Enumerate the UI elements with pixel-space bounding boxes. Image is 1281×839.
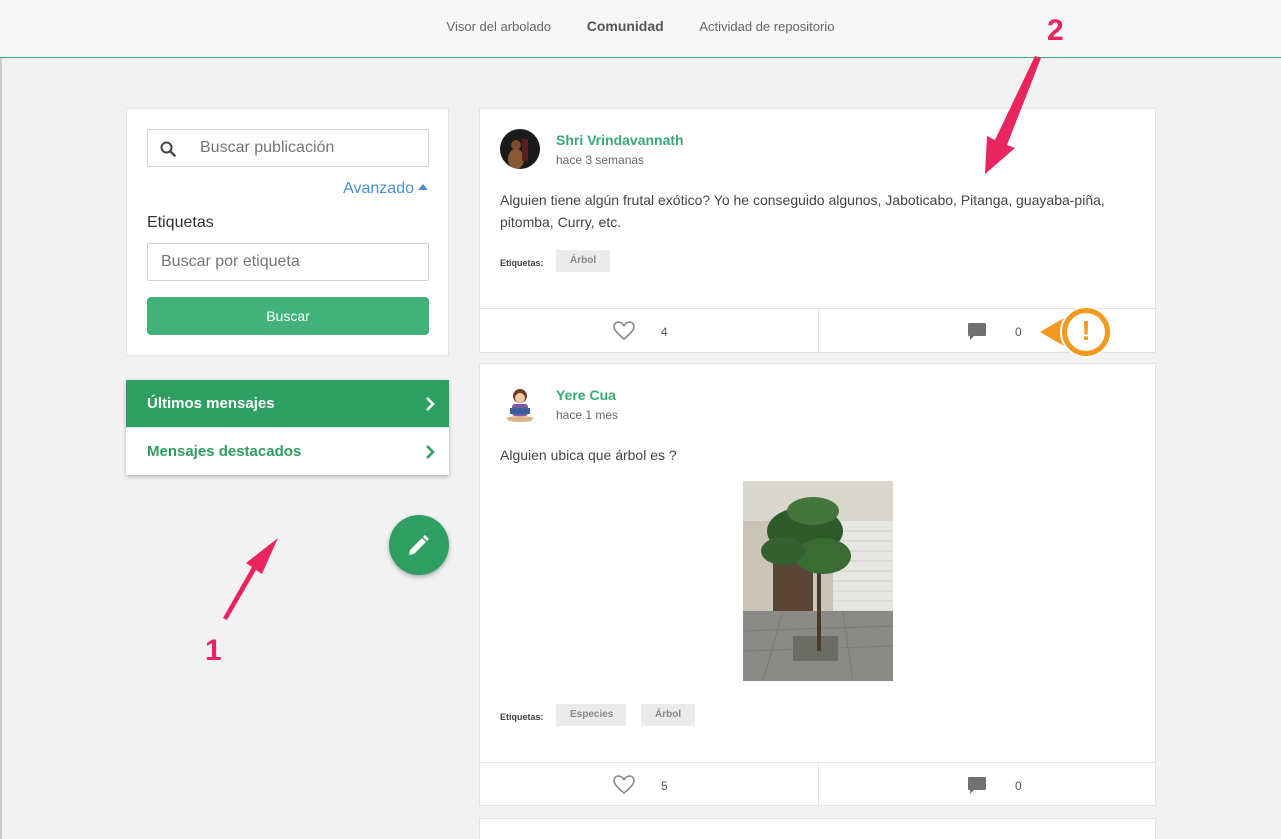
tag-search-input[interactable] — [147, 243, 429, 281]
menu-item-latest-label: Últimos mensajes — [147, 395, 275, 412]
pencil-icon — [409, 535, 429, 555]
comment-icon — [968, 323, 986, 340]
search-field — [147, 129, 429, 167]
menu-item-featured[interactable]: Mensajes destacados — [126, 427, 449, 475]
chevron-right-icon — [426, 445, 435, 459]
comment-icon — [968, 777, 986, 794]
post-image[interactable] — [743, 481, 893, 681]
post-timestamp: hace 3 semanas — [556, 153, 645, 167]
post-author[interactable]: Shri Vrindavannath — [556, 132, 684, 148]
left-edge-divider — [0, 58, 2, 839]
comment-count: 0 — [1015, 325, 1022, 339]
alert-badge: ! — [1038, 304, 1118, 360]
post-card: Yere Cua hace 1 mes Alguien ubica que ár… — [479, 363, 1156, 807]
heart-icon — [613, 321, 635, 341]
post-card — [479, 818, 1156, 839]
advanced-toggle[interactable]: Avanzado — [343, 180, 428, 198]
tags-label: Etiquetas: — [500, 712, 544, 722]
post-author[interactable]: Yere Cua — [556, 387, 616, 403]
tag-chip[interactable]: Árbol — [641, 704, 695, 726]
post-tags: Etiquetas: Árbol — [500, 250, 1140, 272]
tag-chip[interactable]: Árbol — [556, 250, 610, 272]
post-text: Alguien ubica que árbol es ? — [500, 447, 677, 463]
search-panel: Avanzado Etiquetas Buscar — [126, 108, 449, 356]
nav-link-actividad[interactable]: Actividad de repositorio — [699, 19, 834, 34]
search-icon — [160, 141, 176, 157]
avatar[interactable] — [500, 129, 540, 169]
heart-icon — [613, 775, 635, 795]
nav-link-comunidad[interactable]: Comunidad — [587, 18, 664, 34]
nav-links: Visor del arbolado Comunidad Actividad d… — [0, 18, 1281, 34]
annotation-number-1: 1 — [205, 634, 222, 667]
menu-item-latest[interactable]: Últimos mensajes — [126, 380, 449, 427]
post-text: Alguien tiene algún frutal exótico? Yo h… — [500, 192, 1105, 230]
tags-label: Etiquetas: — [500, 258, 544, 268]
annotation-arrow-2 — [985, 56, 1041, 174]
search-button[interactable]: Buscar — [147, 297, 429, 335]
top-navigation: Visor del arbolado Comunidad Actividad d… — [0, 0, 1281, 58]
post-tags: Etiquetas: Especies Árbol — [500, 704, 1140, 726]
annotation-number-2: 2 — [1047, 14, 1064, 47]
tags-label: Etiquetas — [147, 214, 214, 231]
caret-up-icon — [418, 184, 428, 190]
avatar[interactable] — [500, 384, 540, 424]
exclamation-icon: ! — [1081, 315, 1091, 346]
tag-chip[interactable]: Especies — [556, 704, 626, 726]
like-button[interactable]: 5 — [480, 763, 817, 807]
advanced-label: Avanzado — [343, 180, 414, 197]
like-count: 5 — [661, 779, 668, 793]
new-post-button[interactable] — [389, 515, 449, 575]
annotation-arrow-1 — [223, 538, 278, 620]
message-filter-menu: Últimos mensajes Mensajes destacados — [126, 380, 449, 475]
comment-button[interactable]: 0 — [818, 763, 1155, 807]
search-input[interactable] — [200, 130, 420, 166]
chevron-right-icon — [426, 397, 435, 411]
nav-link-visor[interactable]: Visor del arbolado — [447, 19, 552, 34]
post-timestamp: hace 1 mes — [556, 408, 619, 422]
menu-item-featured-label: Mensajes destacados — [147, 443, 302, 460]
comment-count: 0 — [1015, 779, 1022, 793]
post-actions: 5 0 — [480, 762, 1155, 807]
like-button[interactable]: 4 — [480, 309, 817, 353]
like-count: 4 — [661, 325, 668, 339]
